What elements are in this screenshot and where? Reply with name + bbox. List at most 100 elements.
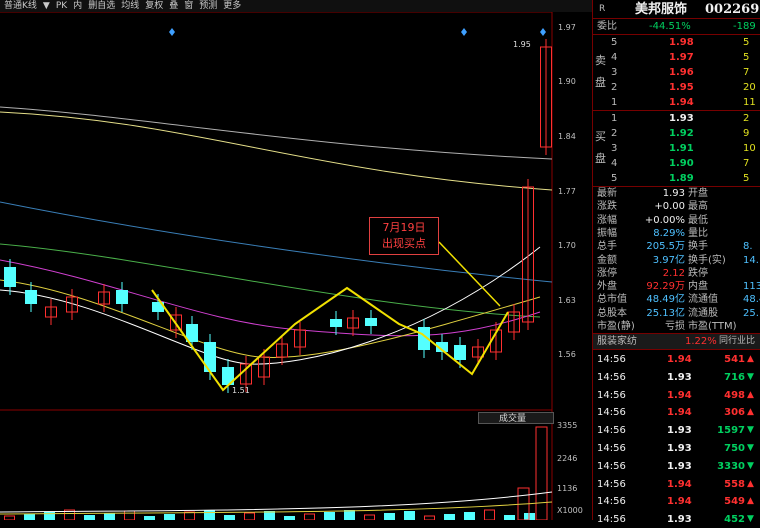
quote-label: 总股本 <box>597 307 627 319</box>
order-level: 1 <box>611 113 618 124</box>
quote-label: 总手 <box>597 241 617 253</box>
price-tick-label: 1.77 <box>558 187 576 196</box>
order-level: 5 <box>611 37 618 48</box>
price-tick-label: 1.90 <box>558 77 576 86</box>
price-tick-label: 1.70 <box>558 241 576 250</box>
volume-bar <box>164 514 175 520</box>
quote-value: 48.4 <box>743 294 760 306</box>
sector-compare[interactable]: 同行业比 <box>719 334 755 349</box>
tick-time: 14:56 <box>597 407 626 419</box>
volume-bar <box>284 516 295 520</box>
quote-value: 2.12 <box>662 267 685 279</box>
quote-label: 量比 <box>688 227 708 239</box>
candle-body <box>330 319 342 327</box>
weibi-row: 委比 -44.51% -189 <box>593 19 760 34</box>
tick-row[interactable]: 14:56 1.94 541 ▲ <box>593 351 760 368</box>
order-row[interactable]: 3 1.96 7 <box>593 65 760 80</box>
quote-row: 外盘 92.29万 内盘 113 <box>593 280 760 293</box>
quote-label: 涨幅 <box>597 214 617 226</box>
order-price: 1.94 <box>669 97 694 108</box>
order-level: 2 <box>611 128 618 139</box>
toolbar-item[interactable]: 预测 <box>199 0 217 12</box>
volume-bar <box>444 514 455 520</box>
event-marker-icon <box>461 28 467 36</box>
order-row[interactable]: 5 1.89 5 <box>593 171 760 186</box>
quote-label: 换手(实) <box>688 254 726 266</box>
volume-tick-label: 2246 <box>557 454 578 463</box>
volume-bar <box>304 513 315 520</box>
quote-label: 外盘 <box>597 281 617 293</box>
quote-value: 3.97亿 <box>652 254 685 266</box>
order-row[interactable]: 2 1.92 9 <box>593 126 760 141</box>
arrow-down-icon: ▼ <box>747 425 754 436</box>
quote-label: 市盈(静) <box>597 321 635 332</box>
tick-row[interactable]: 14:56 1.93 750 ▼ <box>593 440 760 457</box>
order-volume: 20 <box>743 82 756 93</box>
toolbar-item[interactable]: 均线 <box>121 0 139 12</box>
kline-chart[interactable] <box>0 12 592 520</box>
volume-bar <box>84 515 95 520</box>
toolbar-item[interactable]: 叠 <box>169 0 178 12</box>
order-volume: 2 <box>743 113 750 124</box>
order-volume: 11 <box>743 97 756 108</box>
quote-label: 振幅 <box>597 227 617 239</box>
quote-label: 换手 <box>688 241 708 253</box>
toolbar-item[interactable]: 更多 <box>223 0 241 12</box>
volume-bar <box>4 515 15 520</box>
tick-time: 14:56 <box>597 354 626 365</box>
order-row[interactable]: 1 1.94 11 <box>593 95 760 110</box>
sector-row[interactable]: 服装家纺 1.22% 同行业比 <box>593 334 760 349</box>
tick-time: 14:56 <box>597 460 626 472</box>
weibi-label: 委比 <box>597 21 617 32</box>
order-price: 1.90 <box>669 158 694 169</box>
candle-body <box>454 345 466 360</box>
toolbar-item[interactable]: ▼ <box>43 0 50 12</box>
candle-body <box>116 290 128 304</box>
tick-volume: 1597 <box>717 425 745 437</box>
tick-row[interactable]: 14:56 1.93 1597 ▼ <box>593 422 760 439</box>
moving-average-line <box>0 259 541 337</box>
order-row[interactable]: 3 1.91 10 <box>593 141 760 156</box>
order-volume: 7 <box>743 158 750 169</box>
tick-price: 1.94 <box>667 389 692 401</box>
order-price: 1.96 <box>669 67 694 78</box>
order-row[interactable]: 5 1.98 5 <box>593 35 760 50</box>
toolbar-item[interactable]: 复权 <box>145 0 163 12</box>
quote-value: 92.29万 <box>646 281 685 293</box>
toolbar-item[interactable]: 普通K线 <box>4 0 37 12</box>
arrow-down-icon: ▼ <box>747 371 754 382</box>
quote-row: 总市值 48.49亿流通值 48.4 <box>593 293 760 306</box>
quote-value: 25.1 <box>743 307 760 319</box>
tick-volume: 541 <box>724 354 745 365</box>
volume-indicator-title[interactable]: 成交量 <box>478 412 554 424</box>
toolbar-item[interactable]: PK <box>56 0 67 12</box>
toolbar-item[interactable]: 删自选 <box>88 0 115 12</box>
arrow-up-icon: ▲ <box>747 496 754 507</box>
volume-ma-line <box>0 491 553 513</box>
quote-label: 内盘 <box>688 281 708 293</box>
volume-bar <box>204 510 215 520</box>
volume-bar <box>144 516 155 520</box>
tick-time: 14:56 <box>597 496 626 508</box>
tick-row[interactable]: 14:56 1.94 549 ▲ <box>593 493 760 510</box>
tick-row[interactable]: 14:56 1.94 558 ▲ <box>593 476 760 493</box>
quote-value: 8.29% <box>653 227 685 239</box>
order-price: 1.91 <box>669 143 694 154</box>
quote-value: 1.93 <box>662 188 685 199</box>
toolbar-item[interactable]: 内 <box>73 0 82 12</box>
order-row[interactable]: 4 1.97 5 <box>593 50 760 65</box>
order-row[interactable]: 1 1.93 2 <box>593 111 760 126</box>
quote-value: +0.00% <box>644 214 685 226</box>
order-row[interactable]: 2 1.95 20 <box>593 80 760 95</box>
candle-body <box>25 290 37 304</box>
moving-average-line <box>0 201 553 283</box>
tick-row[interactable]: 14:56 1.93 3330 ▼ <box>593 458 760 475</box>
tick-row[interactable]: 14:56 1.93 716 ▼ <box>593 369 760 386</box>
event-marker-icon <box>540 28 546 36</box>
tick-row[interactable]: 14:56 1.94 306 ▲ <box>593 404 760 421</box>
order-row[interactable]: 4 1.90 7 <box>593 156 760 171</box>
quote-row: 总股本 25.13亿流通股 25.1 <box>593 307 760 320</box>
toolbar-item[interactable]: 窗 <box>184 0 193 12</box>
tick-row[interactable]: 14:56 1.94 498 ▲ <box>593 387 760 404</box>
order-level: 3 <box>611 143 618 154</box>
